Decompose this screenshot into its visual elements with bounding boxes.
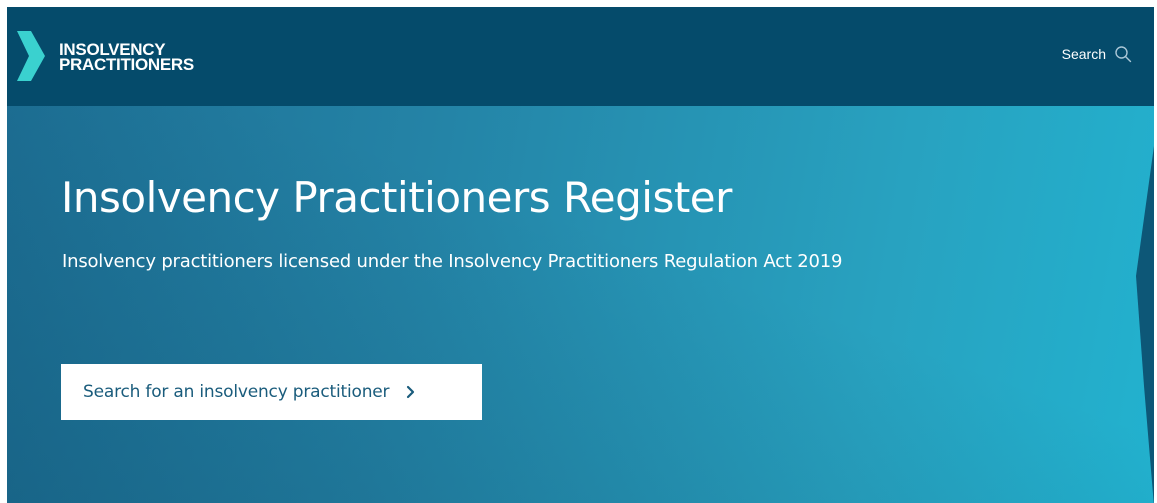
logo-line-2: PRACTITIONERS xyxy=(59,55,194,74)
site-logo-link[interactable]: INSOLVENCY PRACTITIONERS xyxy=(17,31,194,81)
header-search-link[interactable]: Search xyxy=(1062,45,1132,63)
search-practitioner-label: Search for an insolvency practitioner xyxy=(83,382,390,402)
hero-banner: Insolvency Practitioners Register Insolv… xyxy=(7,106,1154,503)
search-practitioner-button[interactable]: Search for an insolvency practitioner xyxy=(61,364,482,420)
chevron-right-icon xyxy=(407,385,415,399)
page-frame: INSOLVENCY PRACTITIONERS Search Insolven… xyxy=(7,7,1154,503)
search-label: Search xyxy=(1061,46,1106,62)
page-title: Insolvency Practitioners Register xyxy=(61,173,732,222)
page-subtitle: Insolvency practitioners licensed under … xyxy=(62,251,843,272)
chevron-logo-icon xyxy=(17,31,45,81)
site-header: INSOLVENCY PRACTITIONERS Search xyxy=(7,7,1154,106)
logo-text: INSOLVENCY PRACTITIONERS xyxy=(59,40,194,74)
hero-chevron-decoration xyxy=(1136,146,1154,503)
search-icon xyxy=(1115,46,1132,63)
hero-shade xyxy=(7,106,1154,503)
